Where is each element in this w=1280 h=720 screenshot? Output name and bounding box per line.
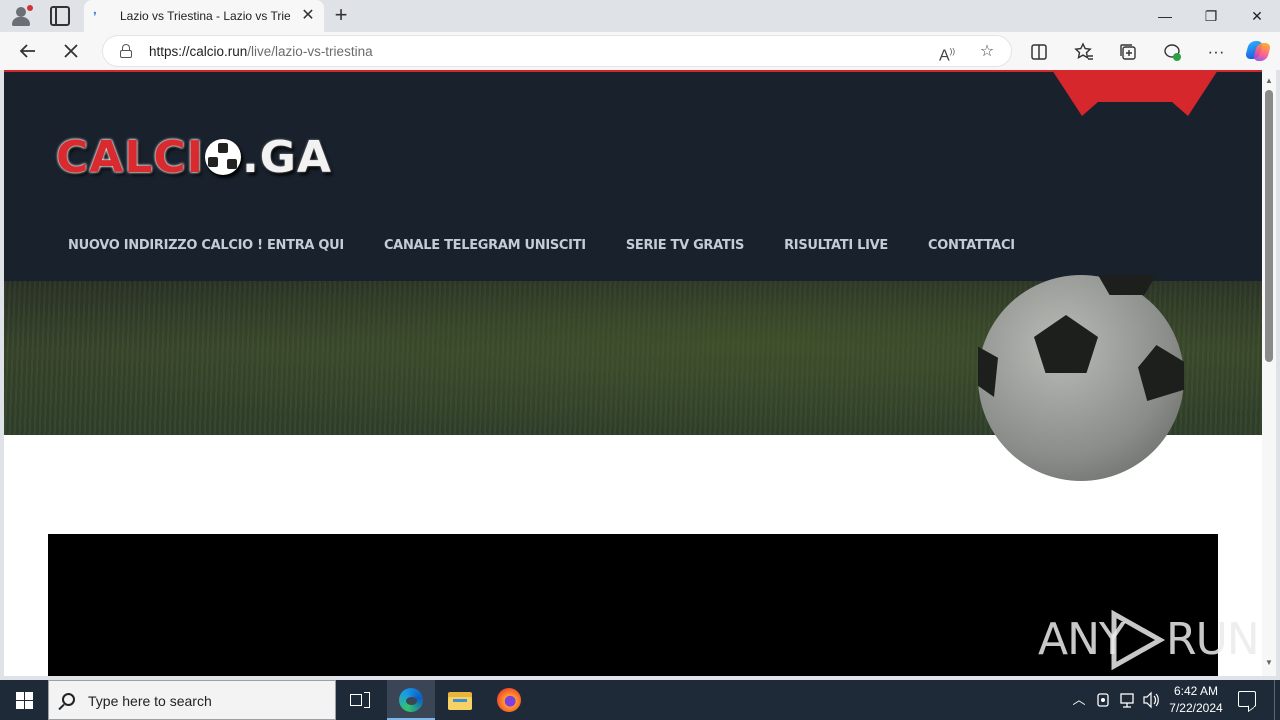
taskbar-search-box[interactable]: Type here to search xyxy=(48,680,336,720)
network-icon[interactable] xyxy=(1116,680,1138,720)
favorites-icon[interactable] xyxy=(1071,39,1097,65)
anyrun-watermark: ANY RUN xyxy=(1038,606,1260,670)
restore-button[interactable]: ❐ xyxy=(1188,0,1234,32)
tab-actions-icon[interactable] xyxy=(50,6,70,26)
nav-item-serie-tv[interactable]: SERIE TV GRATIS xyxy=(626,238,745,258)
search-placeholder: Type here to search xyxy=(88,693,212,709)
taskbar-clock[interactable]: 6:42 AM 7/22/2024 xyxy=(1160,683,1232,717)
minimize-button[interactable]: — xyxy=(1142,0,1188,32)
site-logo[interactable]: CALCI .GA xyxy=(56,130,331,186)
windows-start-icon[interactable] xyxy=(0,680,48,720)
soccer-ball-image xyxy=(978,275,1184,481)
edge-taskbar-icon[interactable] xyxy=(387,680,435,720)
page-viewport: CALCI .GA NUOVO INDIRIZZO CALCIO ! ENTRA … xyxy=(4,70,1262,676)
meet-now-icon[interactable] xyxy=(1092,680,1114,720)
clock-time: 6:42 AM xyxy=(1173,684,1219,698)
url-text[interactable]: https://calcio.run/live/lazio-vs-triesti… xyxy=(149,44,373,59)
star-icon[interactable]: ☆ xyxy=(975,40,999,64)
address-bar[interactable]: https://calcio.run/live/lazio-vs-triesti… xyxy=(102,35,1012,67)
nav-item-telegram[interactable]: CANALE TELEGRAM UNISCITI xyxy=(384,238,586,258)
site-header: CALCI .GA NUOVO INDIRIZZO CALCIO ! ENTRA … xyxy=(4,70,1262,281)
search-icon xyxy=(62,693,75,706)
read-aloud-icon[interactable]: A)) xyxy=(935,40,959,64)
nav-item-contattaci[interactable]: CONTATTACI xyxy=(928,238,1015,258)
clock-date: 7/22/2024 xyxy=(1169,701,1223,715)
stop-loading-icon[interactable] xyxy=(57,37,85,65)
task-view-icon[interactable] xyxy=(336,680,384,720)
volume-icon[interactable] xyxy=(1140,680,1162,720)
notifications-icon[interactable] xyxy=(1238,691,1256,707)
page-scrollbar[interactable]: ▲ ▼ xyxy=(1262,70,1276,676)
scroll-down-icon[interactable]: ▼ xyxy=(1265,658,1273,667)
logo-text-white: .GA xyxy=(242,132,332,183)
back-arrow-icon[interactable] xyxy=(14,37,42,65)
header-ribbon xyxy=(1052,70,1218,116)
more-icon[interactable]: ··· xyxy=(1203,39,1229,65)
lock-icon[interactable] xyxy=(120,44,132,58)
close-tab-button[interactable]: ✕ xyxy=(298,6,318,26)
close-window-button[interactable]: ✕ xyxy=(1234,0,1280,32)
loading-favicon-icon: ʼ xyxy=(93,9,97,24)
new-tab-button[interactable]: + xyxy=(330,4,352,26)
play-triangle-icon xyxy=(1111,610,1166,670)
show-desktop-button[interactable] xyxy=(1274,680,1280,720)
tab-title: Lazio vs Triestina - Lazio vs Triestina xyxy=(120,9,290,23)
collections-icon[interactable] xyxy=(1115,39,1141,65)
copilot-icon[interactable] xyxy=(1244,39,1272,63)
profile-icon[interactable] xyxy=(8,4,34,28)
split-screen-icon[interactable] xyxy=(1026,39,1052,65)
browser-essentials-icon[interactable] xyxy=(1159,39,1185,65)
nav-item-nuovo-indirizzo[interactable]: NUOVO INDIRIZZO CALCIO ! ENTRA QUI xyxy=(68,238,344,258)
scroll-up-icon[interactable]: ▲ xyxy=(1265,76,1273,85)
firefox-icon[interactable] xyxy=(485,680,533,720)
soccer-ball-icon xyxy=(205,139,242,175)
watermark-text-right: RUN xyxy=(1166,614,1260,665)
file-explorer-icon[interactable] xyxy=(436,680,484,720)
browser-tab-bar: ʼ Lazio vs Triestina - Lazio vs Triestin… xyxy=(0,0,1280,32)
tray-overflow-icon[interactable]: ︿ xyxy=(1068,680,1090,720)
active-tab[interactable]: ʼ Lazio vs Triestina - Lazio vs Triestin… xyxy=(84,0,324,32)
logo-text-red: CALCI xyxy=(56,132,205,183)
nav-item-risultati-live[interactable]: RISULTATI LIVE xyxy=(784,238,888,258)
main-nav: NUOVO INDIRIZZO CALCIO ! ENTRA QUI CANAL… xyxy=(68,238,1015,258)
hero-banner xyxy=(4,275,1262,481)
windows-taskbar: Type here to search ︿ 6:42 AM 7/22/2024 xyxy=(0,680,1280,720)
browser-toolbar: https://calcio.run/live/lazio-vs-triesti… xyxy=(0,32,1280,70)
scrollbar-thumb[interactable] xyxy=(1265,90,1273,362)
